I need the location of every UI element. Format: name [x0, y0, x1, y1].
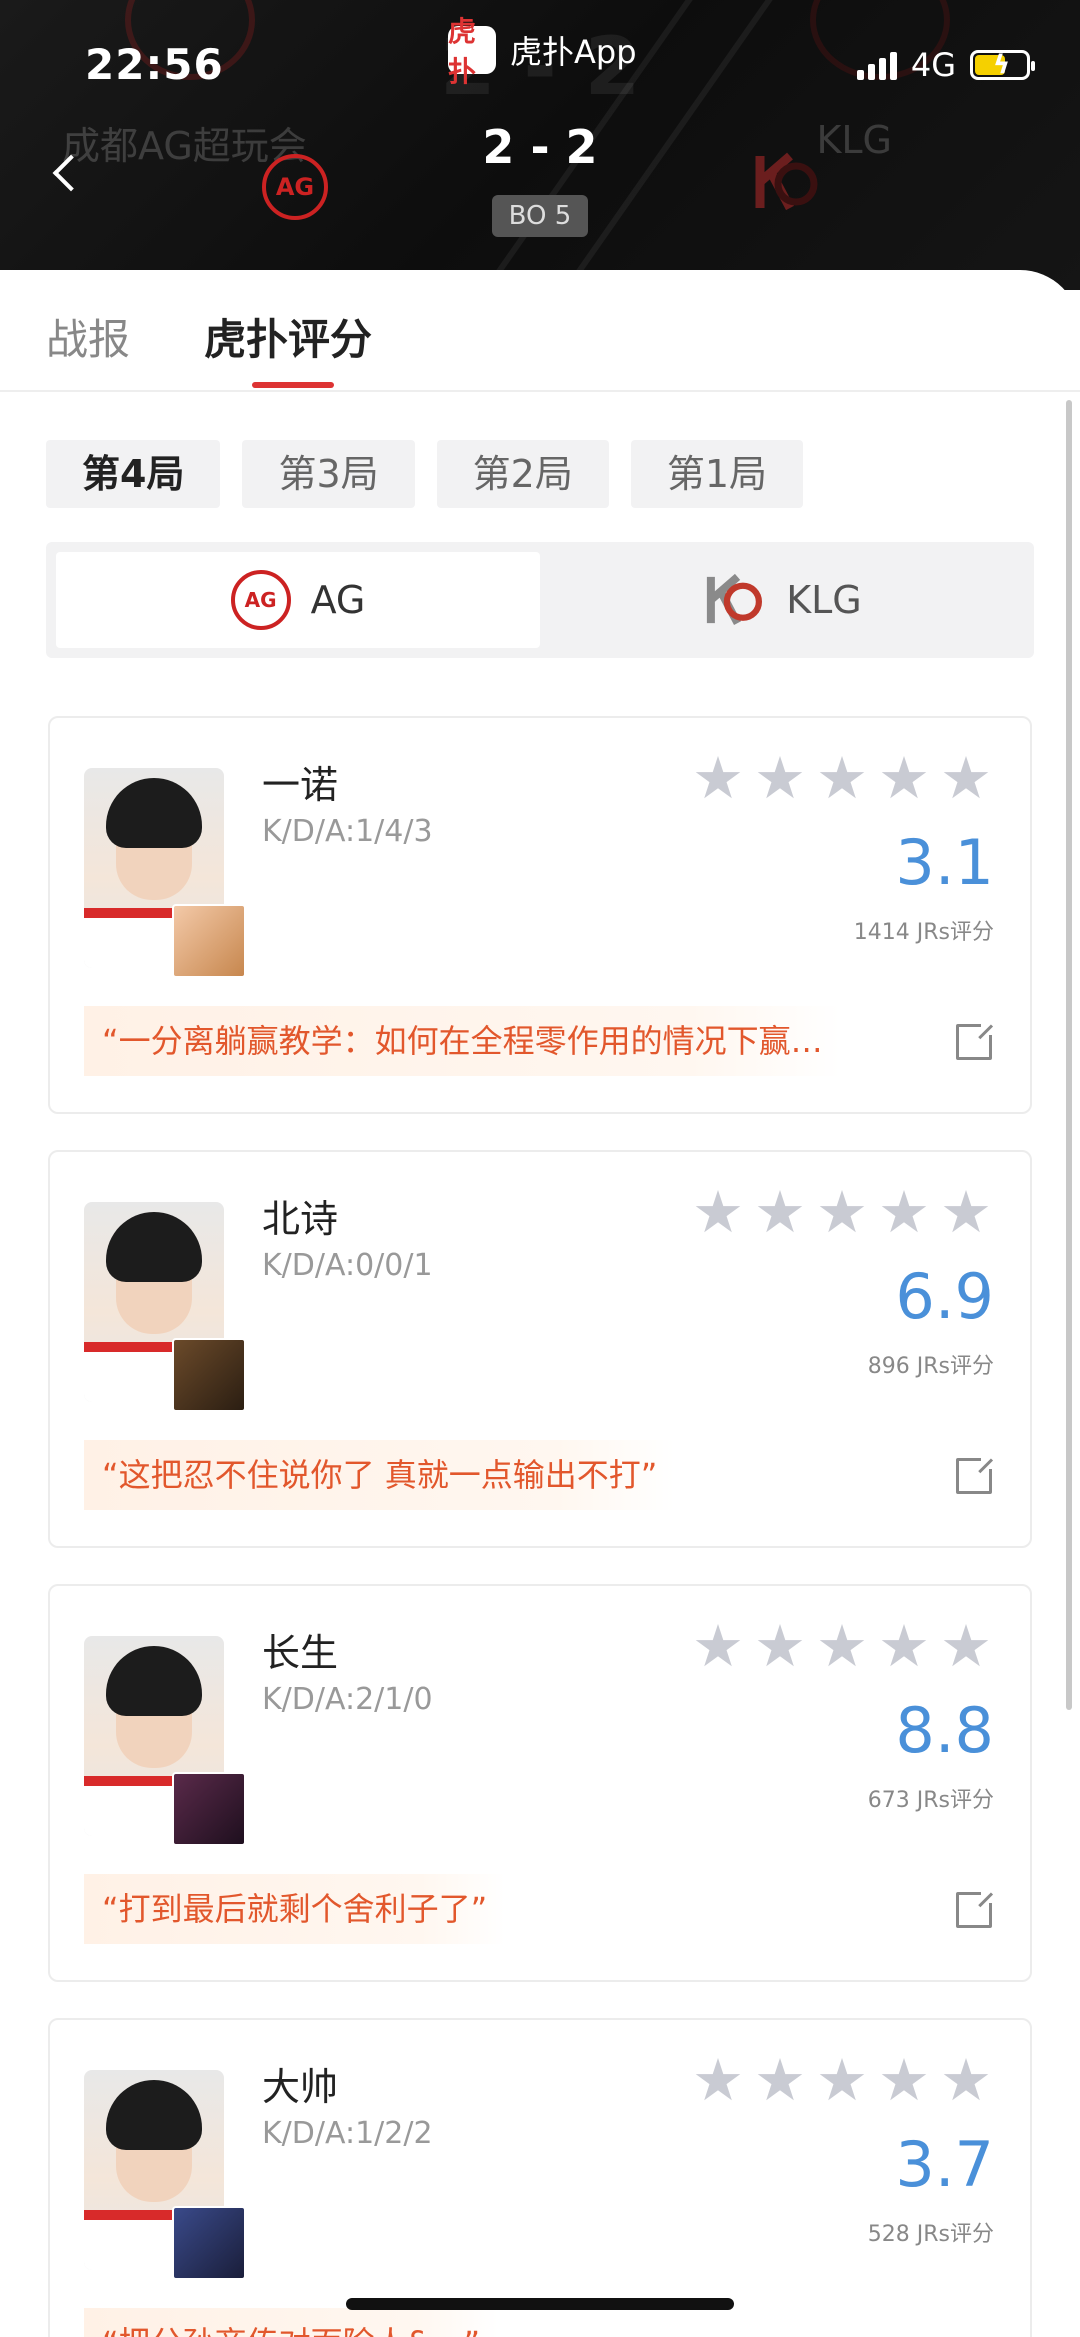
team-ag-label: AG — [310, 578, 366, 622]
team-klg-label: KLG — [786, 578, 862, 622]
hupu-app-icon: 虎扑 — [448, 15, 496, 88]
tab-report[interactable]: 战报 — [46, 306, 130, 367]
star-icon: ★ — [754, 1178, 806, 1246]
ag-logo-icon: AG — [230, 570, 291, 630]
star-icon: ★ — [692, 1612, 744, 1680]
player-name: 北诗 — [262, 1197, 339, 1241]
match-header: 2 - 2 成都AG超玩会 KLG 22:56 虎扑 虎扑App 4G ϟ 2 … — [0, 0, 1080, 290]
scrollbar[interactable] — [1066, 400, 1072, 1710]
share-icon[interactable] — [956, 1021, 995, 1060]
team-toggle: AG AG KLG — [46, 542, 1034, 658]
star-icon: ★ — [754, 1612, 806, 1680]
star-icon: ★ — [692, 744, 744, 812]
match-score: 2 - 2 — [482, 120, 598, 174]
share-icon[interactable] — [956, 1455, 995, 1494]
player-rating: 6.9 — [895, 1260, 994, 1333]
player-card[interactable]: 一诺 K/D/A:1/4/3 ★ ★ ★ ★ ★ 3.1 1414 JRs评分 “一分离… — [48, 716, 1032, 1114]
top-comment[interactable]: “打到最后就剩个舍利子了” — [84, 1874, 506, 1944]
top-comment[interactable]: “一分离躺赢教学：如何在全程零作用的情况下赢… — [84, 1006, 841, 1076]
star-icon: ★ — [816, 2046, 868, 2114]
hero-avatar-icon — [172, 1338, 246, 1412]
star-icon: ★ — [940, 1178, 992, 1246]
rating-count: 528 JRs评分 — [867, 2222, 994, 2247]
star-icon: ★ — [816, 1612, 868, 1680]
hero-avatar-icon — [172, 2206, 246, 2280]
share-icon[interactable] — [956, 1889, 995, 1928]
star-icon: ★ — [940, 2046, 992, 2114]
network-label: 4G — [910, 46, 956, 84]
star-icon: ★ — [878, 1178, 930, 1246]
rating-stars[interactable]: ★ ★ ★ ★ ★ — [692, 2050, 992, 2110]
app-return-pill[interactable]: 虎扑 虎扑App — [448, 15, 637, 88]
star-icon: ★ — [878, 2046, 930, 2114]
status-indicators: 4G ϟ — [856, 46, 1035, 84]
player-card[interactable]: 大帅 K/D/A:1/2/2 ★★★★★ 3.7 528 JRs评分 “把分孙商… — [48, 2018, 1032, 2337]
player-name: 长生 — [262, 1631, 339, 1675]
star-icon: ★ — [816, 744, 868, 812]
rating-stars[interactable]: ★ ★ ★ ★ ★ — [692, 1182, 992, 1242]
star-icon: ★ — [692, 1178, 744, 1246]
home-indicator[interactable] — [346, 2298, 734, 2310]
star-icon: ★ — [816, 1178, 868, 1246]
player-kda: K/D/A:0/0/1 — [262, 1248, 433, 1283]
rating-stars[interactable]: ★ ★ ★ ★ ★ — [692, 748, 992, 808]
rating-stars[interactable]: ★ ★ ★ ★ ★ — [692, 1616, 992, 1676]
player-rating: 3.7 — [895, 2128, 994, 2201]
round-1-button[interactable]: 第1局 — [630, 440, 804, 508]
player-card[interactable]: 北诗 K/D/A:0/0/1 ★ ★ ★ ★ ★ 6.9 896 JRs评分 “这把忍不… — [48, 1150, 1032, 1548]
star-icon: ★ — [940, 744, 992, 812]
hero-avatar-icon — [172, 904, 246, 978]
signal-icon — [856, 50, 897, 80]
player-kda: K/D/A:1/2/2 — [262, 2116, 433, 2151]
rating-count: 896 JRs评分 — [867, 1354, 994, 1379]
player-name: 大帅 — [262, 2065, 339, 2109]
star-icon: ★ — [754, 744, 806, 812]
player-name: 一诺 — [262, 763, 339, 807]
star-icon: ★ — [754, 2046, 806, 2114]
team-klg-option[interactable]: KLG — [540, 552, 1024, 648]
active-tab-indicator — [252, 382, 334, 388]
round-selector: 第4局 第3局 第2局 第1局 — [46, 440, 804, 508]
tab-hupu-rating[interactable]: 虎扑评分 — [204, 306, 372, 367]
rating-count: 1414 JRs评分 — [853, 920, 994, 945]
star-icon: ★ — [940, 1612, 992, 1680]
battery-charging-icon: ϟ — [970, 50, 1035, 80]
player-rating: 8.8 — [895, 1694, 994, 1767]
player-rating: 3.1 — [895, 826, 994, 899]
klg-logo-icon[interactable] — [750, 146, 822, 218]
round-2-button[interactable]: 第2局 — [436, 440, 609, 508]
status-time: 22:56 — [85, 40, 224, 89]
star-icon: ★ — [692, 2046, 744, 2114]
klg-logo-icon — [707, 573, 763, 625]
round-4-button[interactable]: 第4局 — [46, 440, 221, 508]
player-kda: K/D/A:2/1/0 — [262, 1682, 433, 1717]
top-comment[interactable]: “把分孙商传对面除人&…” — [84, 2308, 499, 2337]
round-3-button[interactable]: 第3局 — [242, 440, 415, 508]
ag-logo-icon[interactable]: AG — [262, 154, 328, 220]
star-icon: ★ — [878, 1612, 930, 1680]
match-format-badge: BO 5 — [492, 195, 588, 237]
team-ag-option[interactable]: AG AG — [56, 552, 540, 648]
star-icon: ★ — [878, 744, 930, 812]
rating-count: 673 JRs评分 — [867, 1788, 994, 1813]
hero-avatar-icon — [172, 1772, 246, 1846]
player-card[interactable]: 长生 K/D/A:2/1/0 ★ ★ ★ ★ ★ 8.8 673 JRs评分 “打到最后… — [48, 1584, 1032, 1982]
top-comment[interactable]: “这把忍不住说你了 真就一点输出不打” — [84, 1440, 676, 1510]
tab-bar: 战报 虎扑评分 — [0, 270, 1080, 392]
player-kda: K/D/A:1/4/3 — [262, 814, 433, 849]
app-name: 虎扑App — [510, 33, 637, 71]
